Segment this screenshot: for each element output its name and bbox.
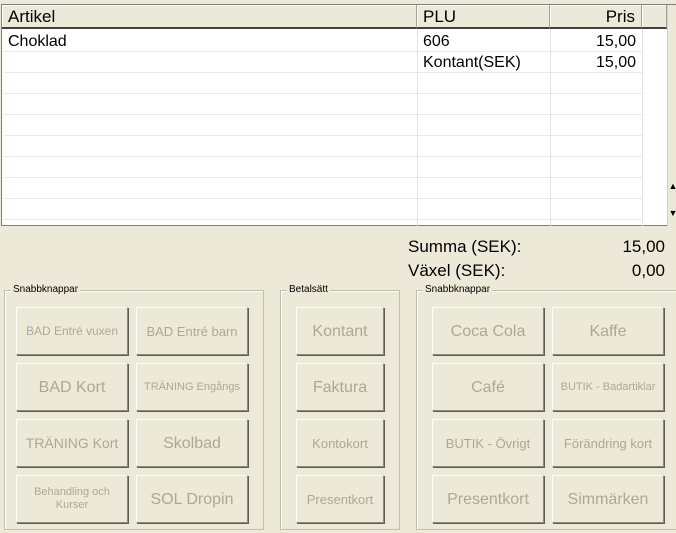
row-divider: [4, 93, 642, 94]
cell-plu: Kontant(SEK): [423, 54, 521, 71]
quick-button-simmarken[interactable]: Simmärken: [552, 475, 664, 523]
summa-value: 15,00: [622, 237, 665, 256]
column-divider: [642, 30, 643, 226]
cell-plu: 606: [423, 33, 450, 50]
column-header-pris[interactable]: Pris: [550, 5, 642, 29]
group-title: Snabbknappar: [423, 284, 493, 296]
quick-button-bad-kort[interactable]: BAD Kort: [16, 363, 128, 411]
quick-button-behandling-kurser[interactable]: Behandling och Kurser: [16, 475, 128, 523]
cell-pris: 15,00: [595, 33, 636, 50]
column-header-artikel[interactable]: Artikel: [2, 5, 417, 29]
group-title: Snabbknappar: [11, 284, 81, 296]
quick-button-bad-entre-vuxen[interactable]: BAD Entré vuxen: [16, 307, 128, 355]
column-header-plu[interactable]: PLU: [417, 5, 550, 29]
quick-button-skolbad[interactable]: Skolbad: [136, 419, 248, 467]
quick-button-coca-cola[interactable]: Coca Cola: [432, 307, 544, 355]
summa-label: Summa (SEK):: [408, 237, 522, 256]
vaxel-value: 0,00: [631, 261, 665, 280]
vaxel-label: Växel (SEK):: [408, 261, 506, 280]
row-divider: [4, 156, 642, 157]
pay-presentkort-button[interactable]: Presentkort: [296, 475, 384, 523]
quick-button-butik-badartiklar[interactable]: BUTIK - Badartiklar: [552, 363, 664, 411]
row-divider: [4, 198, 642, 199]
quick-button-forandring-kort[interactable]: Förändring kort: [552, 419, 664, 467]
pay-faktura-button[interactable]: Faktura: [296, 363, 384, 411]
quick-button-traning-engangs[interactable]: TRÄNING Engångs: [136, 363, 248, 411]
item-grid[interactable]: Artikel PLU Pris Choklad 606 15,00 Konta…: [1, 4, 676, 226]
cell-artikel: [2, 52, 417, 73]
quick-button-traning-kort[interactable]: TRÄNING Kort: [16, 419, 128, 467]
row-divider: [4, 114, 642, 115]
cell-artikel: Choklad: [8, 33, 67, 50]
vertical-scrollbar[interactable]: ▲ ▼: [667, 5, 676, 226]
quick-button-presentkort[interactable]: Presentkort: [432, 475, 544, 523]
row-divider: [4, 219, 642, 220]
quick-button-bad-entre-barn[interactable]: BAD Entré barn: [136, 307, 248, 355]
column-header-spacer: [642, 5, 667, 29]
cell-pris: 15,00: [595, 54, 636, 71]
pay-kontant-button[interactable]: Kontant: [296, 307, 384, 355]
row-divider: [4, 177, 642, 178]
quick-button-butik-ovrigt[interactable]: BUTIK - Övrigt: [432, 419, 544, 467]
quick-button-sol-dropin[interactable]: SOL Dropin: [136, 475, 248, 523]
quick-button-kaffe[interactable]: Kaffe: [552, 307, 664, 355]
quick-button-cafe[interactable]: Café: [432, 363, 544, 411]
pay-kontokort-button[interactable]: Kontokort: [296, 419, 384, 467]
scroll-up-icon[interactable]: ▲: [668, 178, 676, 194]
row-divider: [4, 135, 642, 136]
scroll-down-icon[interactable]: ▼: [668, 205, 676, 221]
group-title: Betalsätt: [287, 284, 330, 296]
